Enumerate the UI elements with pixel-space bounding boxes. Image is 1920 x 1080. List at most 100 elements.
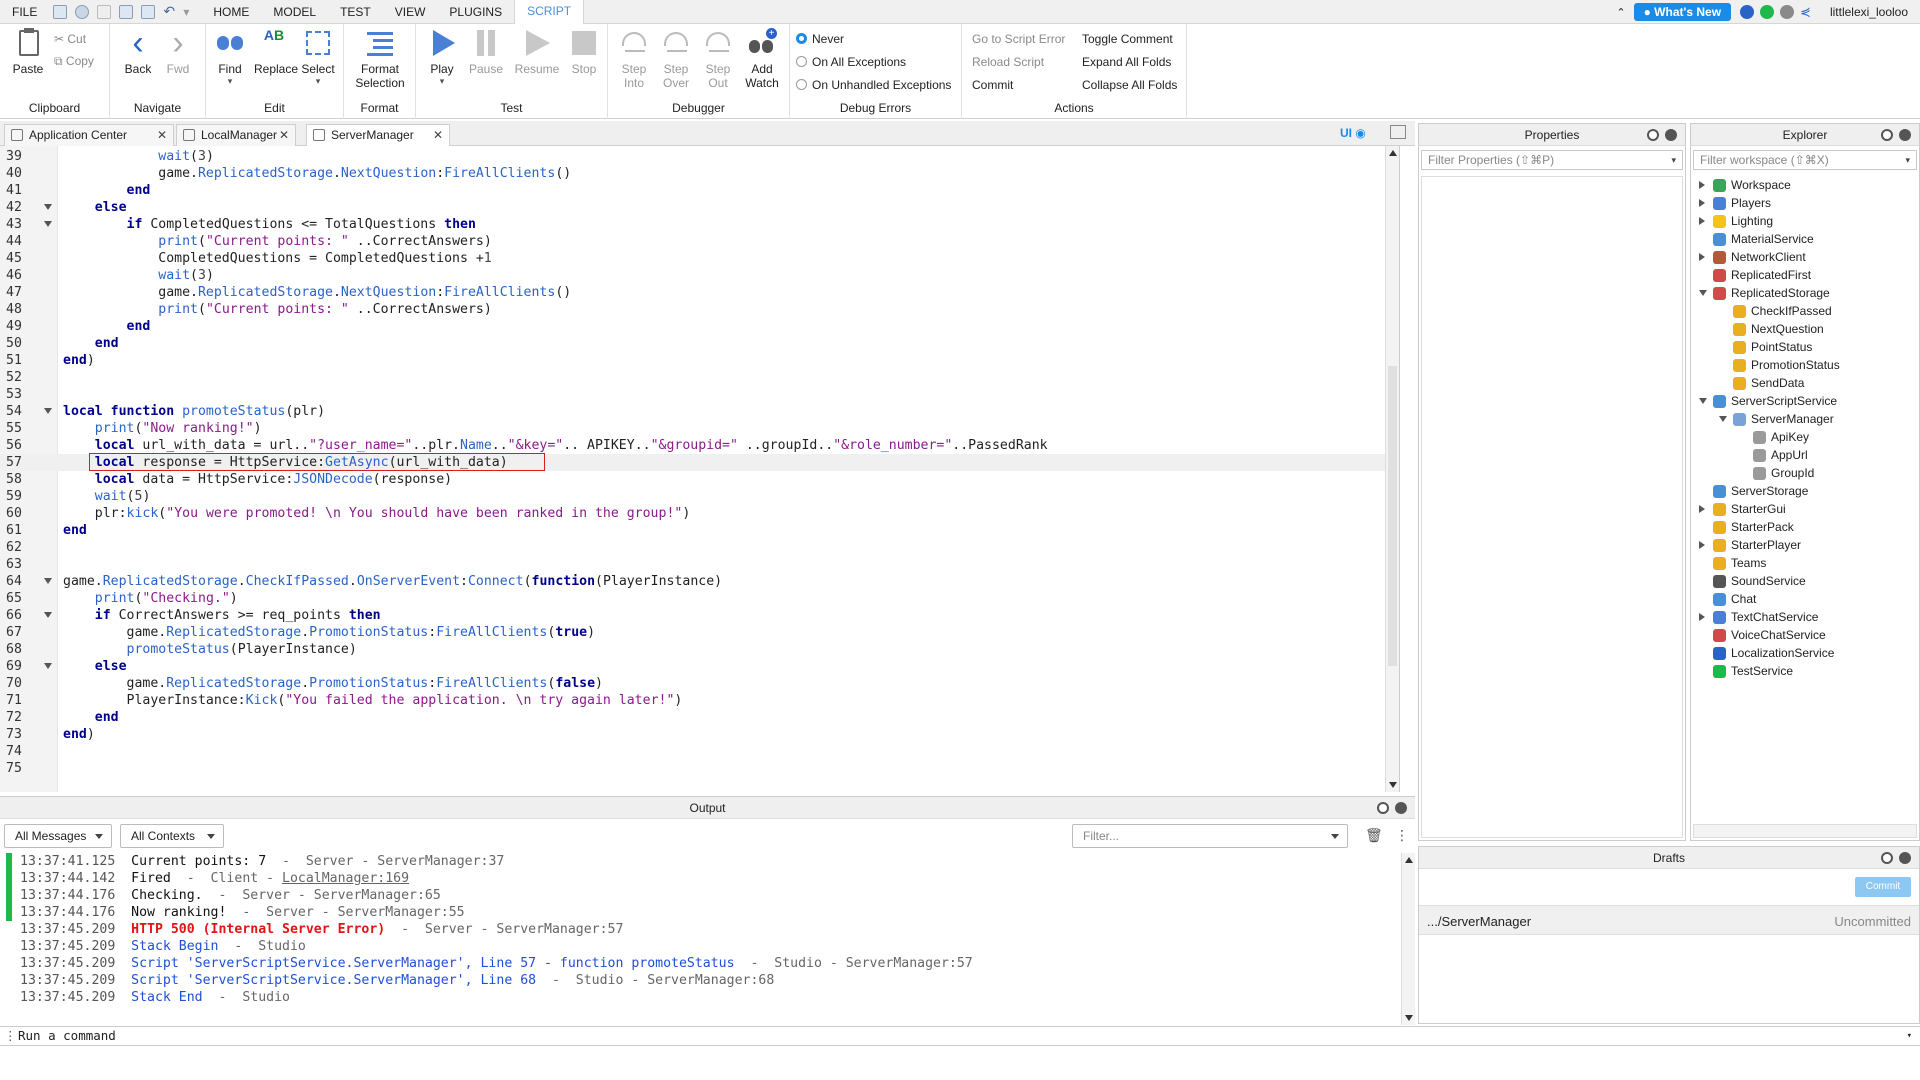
code-line[interactable]: 39 wait(3)	[0, 148, 1395, 165]
code-line[interactable]: 45 CompletedQuestions = CompletedQuestio…	[0, 250, 1395, 267]
collapsed-arrow-icon[interactable]	[1699, 505, 1705, 513]
paste-button[interactable]: Paste	[8, 28, 48, 76]
code-line[interactable]: 62	[0, 539, 1395, 556]
explorer-item-replicatedfirst[interactable]: ReplicatedFirst	[1691, 266, 1917, 284]
messages-filter-dropdown[interactable]: All Messages	[4, 824, 112, 848]
fold-toggle-icon[interactable]	[44, 663, 52, 669]
explorer-item-serverstorage[interactable]: ServerStorage	[1691, 482, 1917, 500]
drafts-commit-button[interactable]: Commit	[1855, 877, 1911, 897]
code-line[interactable]: 43 if CompletedQuestions <= TotalQuestio…	[0, 216, 1395, 233]
close-icon[interactable]: ✕	[157, 125, 167, 145]
explorer-item-serverscriptservice[interactable]: ServerScriptService	[1691, 392, 1917, 410]
whats-new-button[interactable]: ● What's New	[1633, 3, 1732, 21]
close-icon[interactable]	[1899, 129, 1911, 141]
username[interactable]: littlelexi_looloo	[1830, 5, 1908, 19]
code-line[interactable]: 65 print("Checking.")	[0, 590, 1395, 607]
collapsed-arrow-icon[interactable]	[1699, 613, 1705, 621]
explorer-item-players[interactable]: Players	[1691, 194, 1917, 212]
output-line[interactable]: 13:37:44.142 Fired - Client - LocalManag…	[6, 870, 409, 887]
menu-plugins[interactable]: PLUGINS	[437, 0, 514, 24]
code-line[interactable]: 52	[0, 369, 1395, 386]
explorer-item-starterpack[interactable]: StarterPack	[1691, 518, 1917, 536]
code-line[interactable]: 44 print("Current points: " ..CorrectAns…	[0, 233, 1395, 250]
add-watch-button[interactable]: + Add Watch	[742, 28, 782, 90]
quick-access-dropdown-icon[interactable]: ▾	[183, 5, 189, 19]
copy-button[interactable]: ⧉ Copy	[54, 54, 94, 69]
notifications-icon[interactable]	[1780, 5, 1795, 19]
tab-servermanager[interactable]: ServerManager ✕	[306, 124, 450, 147]
output-filter-input[interactable]: Filter...	[1072, 824, 1348, 848]
expanded-arrow-icon[interactable]	[1719, 416, 1727, 422]
undock-icon[interactable]	[1647, 129, 1659, 141]
explorer-item-textchatservice[interactable]: TextChatService	[1691, 608, 1917, 626]
undo-icon[interactable]: ↶	[163, 4, 177, 19]
format-selection-button[interactable]: Format Selection	[352, 28, 408, 90]
output-scrollbar[interactable]	[1401, 853, 1415, 1025]
back-button[interactable]: ‹ Back	[118, 26, 158, 76]
explorer-item-senddata[interactable]: SendData	[1691, 374, 1917, 392]
explorer-item-workspace[interactable]: Workspace	[1691, 176, 1917, 194]
trash-icon[interactable]: 🗑	[1365, 827, 1383, 844]
code-line[interactable]: 47 game.ReplicatedStorage.NextQuestion:F…	[0, 284, 1395, 301]
explorer-item-testservice[interactable]: TestService	[1691, 662, 1917, 680]
fold-toggle-icon[interactable]	[44, 204, 52, 210]
code-line[interactable]: 73 end)	[0, 726, 1395, 743]
command-bar[interactable]: ⋮ Run a command ▾	[0, 1026, 1920, 1046]
close-icon[interactable]	[1395, 802, 1407, 814]
explorer-item-voicechatservice[interactable]: VoiceChatService	[1691, 626, 1917, 644]
undock-icon[interactable]	[1881, 852, 1893, 864]
output-line[interactable]: 13:37:45.209 HTTP 500 (Internal Server E…	[20, 921, 623, 938]
scroll-down-icon[interactable]	[1405, 1015, 1413, 1021]
filter-workspace-input[interactable]: Filter workspace (⇧⌘X) ▾	[1693, 150, 1917, 170]
split-view-icon[interactable]	[1390, 125, 1406, 139]
output-line[interactable]: 13:37:44.176 Now ranking! - Server - Ser…	[6, 904, 465, 921]
team-create-icon[interactable]	[75, 4, 90, 19]
collapsed-arrow-icon[interactable]	[1699, 253, 1705, 261]
code-line[interactable]: 58 local data = HttpService:JSONDecode(r…	[0, 471, 1395, 488]
find-dropdown-icon[interactable]: ▾	[210, 76, 250, 87]
undock-icon[interactable]	[1881, 129, 1893, 141]
explorer-item-soundservice[interactable]: SoundService	[1691, 572, 1917, 590]
explorer-item-nextquestion[interactable]: NextQuestion	[1691, 320, 1917, 338]
radio-unhandled-exceptions[interactable]: On Unhandled Exceptions	[796, 78, 951, 92]
code-line[interactable]: 70 game.ReplicatedStorage.PromotionStatu…	[0, 675, 1395, 692]
code-line[interactable]: 46 wait(3)	[0, 267, 1395, 284]
more-options-icon[interactable]: ⋮	[1395, 827, 1409, 844]
close-icon[interactable]: ✕	[279, 125, 289, 145]
step-into-button[interactable]: Step Into	[614, 28, 654, 90]
code-line[interactable]: 61 end	[0, 522, 1395, 539]
scroll-up-icon[interactable]	[1405, 857, 1413, 863]
filter-properties-input[interactable]: Filter Properties (⇧⌘P) ▾	[1421, 150, 1683, 170]
collapsed-arrow-icon[interactable]	[1699, 181, 1705, 189]
code-line[interactable]: 54 local function promoteStatus(plr)	[0, 403, 1395, 420]
help-icon[interactable]	[1740, 5, 1755, 19]
menu-file[interactable]: FILE	[0, 0, 49, 24]
output-line[interactable]: 13:37:45.209 Script 'ServerScriptService…	[20, 972, 774, 989]
scroll-thumb[interactable]	[1388, 366, 1397, 666]
contexts-filter-dropdown[interactable]: All Contexts	[120, 824, 224, 848]
drafts-row[interactable]: .../ServerManager Uncommitted	[1419, 905, 1919, 935]
code-line[interactable]: 74	[0, 743, 1395, 760]
resume-button[interactable]: Resume	[514, 28, 560, 76]
explorer-item-checkifpassed[interactable]: CheckIfPassed	[1691, 302, 1917, 320]
collapsed-arrow-icon[interactable]	[1699, 199, 1705, 207]
select-button[interactable]: Select ▾	[298, 28, 338, 87]
save-icon[interactable]	[141, 4, 156, 19]
scroll-up-icon[interactable]	[1389, 150, 1397, 156]
code-line[interactable]: 49 end	[0, 318, 1395, 335]
output-line[interactable]: 13:37:45.209 Stack Begin - Studio	[20, 938, 306, 955]
radio-never[interactable]: Never	[796, 32, 844, 46]
share-icon[interactable]: ⋞	[1800, 4, 1811, 20]
explorer-item-networkclient[interactable]: NetworkClient	[1691, 248, 1917, 266]
code-line[interactable]: 63	[0, 556, 1395, 573]
menu-model[interactable]: MODEL	[261, 0, 328, 24]
explorer-item-teams[interactable]: Teams	[1691, 554, 1917, 572]
code-line[interactable]: 66 if CorrectAnswers >= req_points then	[0, 607, 1395, 624]
explorer-item-chat[interactable]: Chat	[1691, 590, 1917, 608]
explorer-item-pointstatus[interactable]: PointStatus	[1691, 338, 1917, 356]
code-line[interactable]: 53	[0, 386, 1395, 403]
code-line[interactable]: 55 print("Now ranking!")	[0, 420, 1395, 437]
collapsed-arrow-icon[interactable]	[1699, 217, 1705, 225]
code-line[interactable]: 60 plr:kick("You were promoted! \n You s…	[0, 505, 1395, 522]
play-button[interactable]: Play ▾	[422, 28, 462, 87]
